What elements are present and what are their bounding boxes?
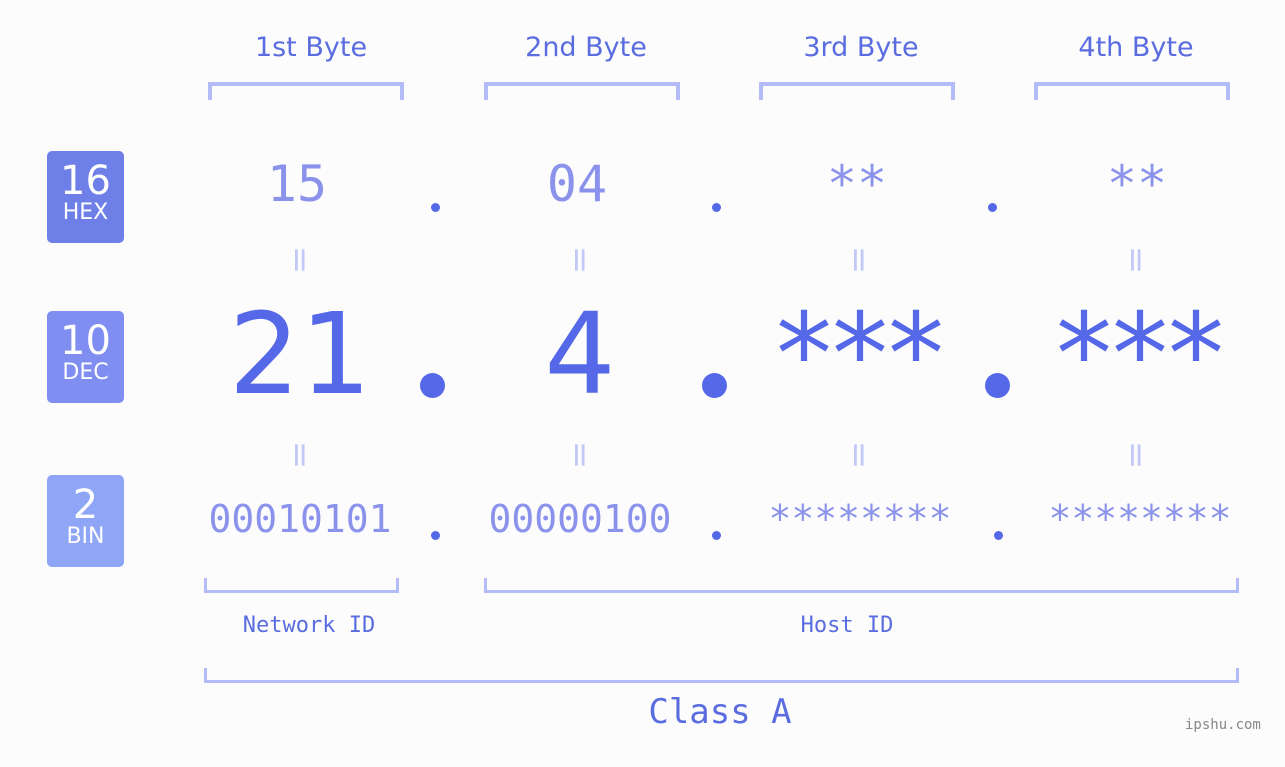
network-id-bracket bbox=[204, 578, 399, 593]
bin-badge: 2 BIN bbox=[47, 475, 124, 567]
equals-icon: = bbox=[1116, 245, 1156, 275]
byte-bracket-3 bbox=[759, 82, 955, 100]
class-label: Class A bbox=[648, 692, 792, 732]
hex-value-2: 04 bbox=[546, 155, 608, 213]
hex-value-4: ** bbox=[1106, 155, 1168, 213]
bin-dot-2 bbox=[712, 531, 721, 540]
network-id-label: Network ID bbox=[242, 613, 376, 638]
equals-icon: = bbox=[839, 440, 879, 470]
byte-bracket-2 bbox=[484, 82, 680, 100]
host-id-label: Host ID bbox=[800, 613, 894, 638]
bin-value-2: 00000100 bbox=[488, 497, 672, 541]
byte-header-2: 2nd Byte bbox=[525, 32, 647, 63]
hex-dot-1 bbox=[431, 203, 440, 212]
hex-value-1: 15 bbox=[266, 155, 328, 213]
dec-value-1: 21 bbox=[228, 290, 372, 420]
dec-dot-3 bbox=[985, 373, 1010, 398]
dec-dot-1 bbox=[420, 373, 445, 398]
bin-badge-number: 2 bbox=[72, 482, 99, 528]
host-id-bracket bbox=[484, 578, 1239, 593]
hex-dot-2 bbox=[712, 203, 721, 212]
equals-icon: = bbox=[839, 245, 879, 275]
hex-badge-number: 16 bbox=[60, 158, 111, 204]
hex-badge: 16 HEX bbox=[47, 151, 124, 243]
equals-icon: = bbox=[560, 440, 600, 470]
byte-bracket-1 bbox=[208, 82, 404, 100]
byte-header-3: 3rd Byte bbox=[803, 32, 919, 63]
dec-dot-2 bbox=[702, 373, 727, 398]
bin-value-4: ******** bbox=[1048, 497, 1232, 541]
dec-value-3: *** bbox=[776, 290, 944, 420]
bin-dot-1 bbox=[431, 531, 440, 540]
bin-value-3: ******** bbox=[768, 497, 952, 541]
bin-value-1: 00010101 bbox=[208, 497, 392, 541]
dec-badge-label: DEC bbox=[62, 360, 109, 385]
byte-bracket-4 bbox=[1034, 82, 1230, 100]
hex-dot-3 bbox=[988, 203, 997, 212]
dec-value-4: *** bbox=[1056, 290, 1224, 420]
hex-badge-label: HEX bbox=[62, 200, 109, 225]
equals-icon: = bbox=[1116, 440, 1156, 470]
dec-badge-number: 10 bbox=[60, 318, 111, 364]
byte-header-4: 4th Byte bbox=[1078, 32, 1194, 63]
byte-header-1: 1st Byte bbox=[254, 32, 368, 63]
hex-value-3: ** bbox=[826, 155, 888, 213]
equals-icon: = bbox=[280, 245, 320, 275]
equals-icon: = bbox=[560, 245, 600, 275]
watermark: ipshu.com bbox=[1185, 717, 1261, 733]
bin-dot-3 bbox=[994, 531, 1003, 540]
dec-badge: 10 DEC bbox=[47, 311, 124, 403]
equals-icon: = bbox=[280, 440, 320, 470]
dec-value-2: 4 bbox=[544, 290, 616, 420]
bin-badge-label: BIN bbox=[66, 524, 105, 549]
class-bracket bbox=[204, 668, 1239, 683]
